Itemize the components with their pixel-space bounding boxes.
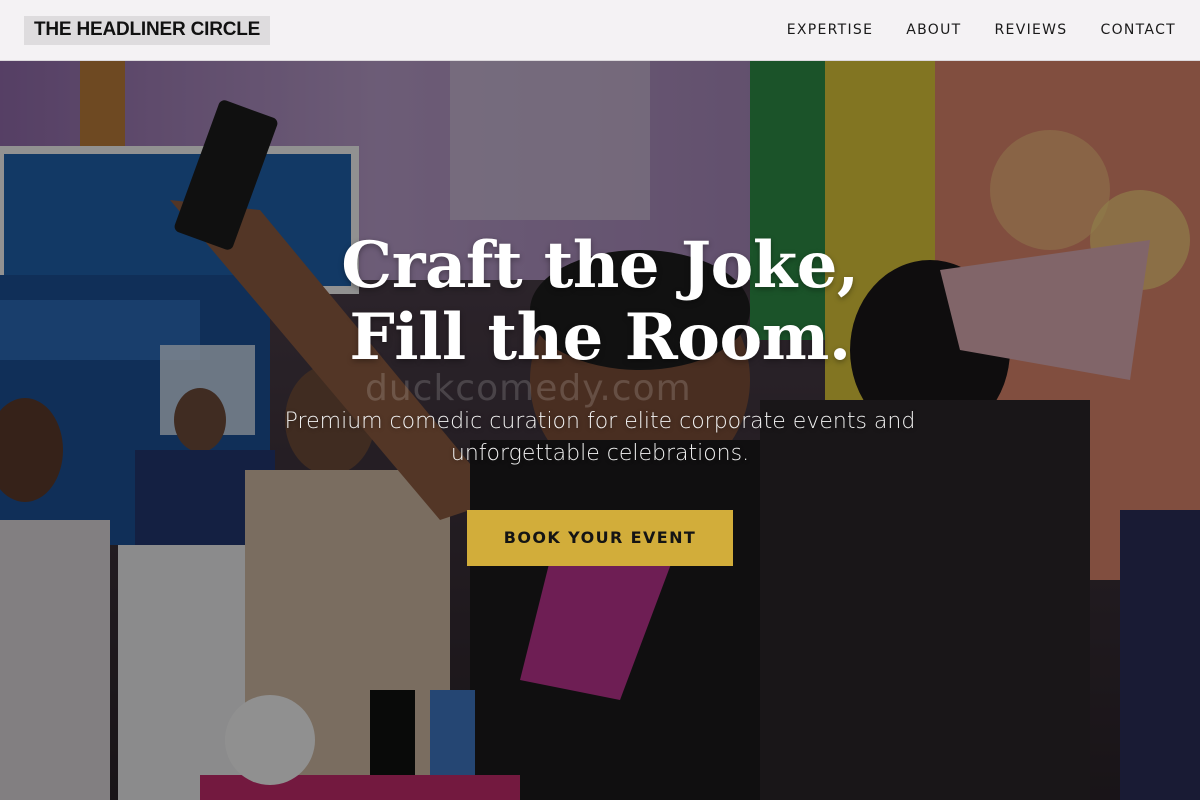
- brand-logo[interactable]: THE HEADLINER CIRCLE: [24, 15, 271, 45]
- book-event-button[interactable]: BOOK YOUR EVENT: [467, 510, 733, 566]
- nav-link-reviews[interactable]: REVIEWS: [995, 22, 1068, 38]
- hero-title: Craft the Joke, Fill the Room.: [0, 230, 1200, 374]
- page: THE HEADLINER CIRCLE EXPERTISE ABOUT REV…: [0, 0, 1200, 800]
- main-nav: EXPERTISE ABOUT REVIEWS CONTACT: [787, 22, 1176, 38]
- site-header: THE HEADLINER CIRCLE EXPERTISE ABOUT REV…: [0, 0, 1200, 61]
- hero-title-line-1: Craft the Joke,: [341, 228, 859, 303]
- hero-subtitle: Premium comedic curation for elite corpo…: [284, 409, 916, 466]
- nav-link-about[interactable]: ABOUT: [906, 22, 961, 38]
- hero-section: Craft the Joke, Fill the Room. Premium c…: [0, 230, 1200, 566]
- nav-link-contact[interactable]: CONTACT: [1101, 22, 1177, 38]
- hero-title-line-2: Fill the Room.: [349, 300, 851, 375]
- nav-link-expertise[interactable]: EXPERTISE: [787, 22, 874, 38]
